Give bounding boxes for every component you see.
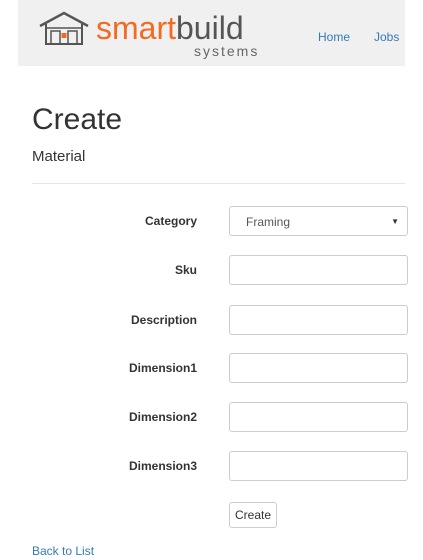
dimension1-row: Dimension1	[0, 353, 423, 385]
dimension3-label: Dimension3	[128, 459, 197, 473]
dimension2-row: Dimension2	[0, 402, 423, 434]
description-label: Description	[130, 313, 197, 327]
dimension1-label: Dimension1	[128, 361, 197, 375]
navbar: smartbuild systems Home Jobs	[18, 0, 405, 66]
brand-tagline: systems	[194, 43, 260, 59]
dimension1-input[interactable]	[229, 353, 408, 383]
page-subtitle: Material	[32, 148, 86, 165]
nav-home-link[interactable]: Home	[318, 30, 350, 44]
category-row: Category Framing ▼	[0, 206, 423, 238]
chevron-down-icon: ▼	[391, 217, 399, 226]
dimension2-label: Dimension2	[128, 410, 197, 424]
description-row: Description	[0, 305, 423, 337]
back-to-list-link[interactable]: Back to List	[32, 544, 94, 558]
category-selected-value: Framing	[246, 215, 291, 229]
page-title: Create	[32, 103, 123, 136]
brand-name: smartbuild	[96, 10, 244, 46]
dimension2-input[interactable]	[229, 402, 408, 432]
divider	[32, 183, 405, 184]
nav-jobs-link[interactable]: Jobs	[374, 30, 399, 44]
sku-row: Sku	[0, 255, 423, 287]
barn-icon	[39, 11, 89, 45]
category-label: Category	[144, 214, 197, 228]
dimension3-input[interactable]	[229, 451, 408, 481]
brand-name-smart: smart	[96, 10, 176, 46]
dimension3-row: Dimension3	[0, 451, 423, 483]
brand-logo[interactable]: smartbuild systems	[38, 8, 278, 60]
brand-name-build: build	[176, 10, 244, 46]
category-select[interactable]: Framing ▼	[229, 206, 408, 236]
sku-input[interactable]	[229, 255, 408, 285]
sku-label: Sku	[174, 263, 197, 277]
create-button[interactable]: Create	[229, 502, 278, 528]
description-input[interactable]	[229, 305, 408, 335]
